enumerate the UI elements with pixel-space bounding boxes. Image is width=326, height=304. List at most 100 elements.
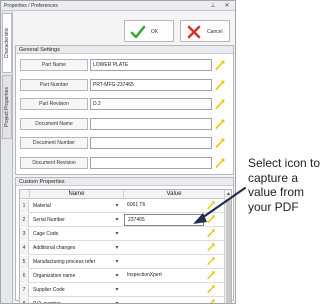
- property-name[interactable]: Cage Code: [30, 228, 122, 238]
- row-number: 4: [20, 242, 29, 255]
- value-column-header[interactable]: Value: [124, 190, 224, 199]
- capture-value-icon[interactable]: [206, 200, 216, 210]
- ok-button-label: OK: [151, 29, 159, 35]
- field-label: Document Name: [20, 117, 88, 130]
- property-value[interactable]: InspectionXpert: [124, 270, 204, 282]
- row-number: 7: [20, 284, 29, 297]
- cancel-button[interactable]: Cancel: [180, 20, 230, 42]
- tab-characteristic[interactable]: Characteristic: [2, 13, 12, 73]
- chevron-down-icon[interactable]: ▾: [114, 272, 120, 280]
- row-number-header: [20, 190, 30, 199]
- chevron-down-icon[interactable]: ▾: [114, 258, 120, 266]
- capture-value-icon[interactable]: [206, 256, 216, 266]
- field-input[interactable]: [90, 117, 212, 130]
- general-field-row: Document Revision: [16, 156, 233, 170]
- capture-value-icon[interactable]: [214, 137, 226, 149]
- chevron-down-icon[interactable]: ▾: [114, 244, 120, 252]
- capture-value-icon[interactable]: [214, 79, 226, 91]
- ok-button[interactable]: OK: [124, 20, 174, 42]
- properties-dialog: Properties / Preferences ⊥ ✕ Characteris…: [0, 0, 236, 304]
- general-field-row: Part Name LOWER PLATE: [16, 58, 233, 72]
- field-label: Document Revision: [20, 156, 88, 169]
- name-column-header[interactable]: Name: [30, 190, 124, 199]
- row-number: 3: [20, 228, 29, 241]
- property-name[interactable]: Manufacturing process refer: [30, 256, 122, 266]
- field-label: Part Name: [20, 59, 88, 71]
- capture-value-icon[interactable]: [214, 98, 226, 110]
- table-row[interactable]: 2 Serial Number ▾ 237465: [20, 214, 224, 227]
- capture-value-icon[interactable]: [206, 284, 216, 294]
- field-label: Document Number: [20, 137, 88, 149]
- field-input[interactable]: D.2: [90, 98, 212, 110]
- content-area: OK Cancel General Settings Part Name LOWE…: [14, 11, 235, 303]
- chevron-down-icon[interactable]: ▾: [114, 202, 120, 210]
- close-icon[interactable]: ✕: [223, 2, 231, 10]
- custom-properties-header: Custom Properties: [16, 178, 233, 186]
- property-value[interactable]: [124, 256, 204, 268]
- tab-project-properties[interactable]: Project Properties: [2, 75, 12, 139]
- capture-value-icon[interactable]: [206, 228, 216, 238]
- property-value[interactable]: [124, 242, 204, 254]
- field-label: Part Revision: [20, 98, 88, 110]
- property-name[interactable]: P.O. number: [30, 298, 122, 303]
- table-row[interactable]: 7 Supplier Code ▾: [20, 284, 224, 297]
- general-settings-header: General Settings: [16, 46, 233, 54]
- property-value[interactable]: [124, 228, 204, 240]
- property-value[interactable]: [124, 298, 204, 303]
- property-value[interactable]: 6061 T6: [124, 200, 204, 212]
- field-input[interactable]: PRT-MFG-237465: [90, 78, 212, 91]
- capture-value-icon[interactable]: [206, 214, 216, 224]
- property-name[interactable]: Additional changes: [30, 242, 122, 252]
- chevron-down-icon[interactable]: ▾: [114, 230, 120, 238]
- cancel-x-icon: [187, 25, 201, 39]
- capture-value-icon[interactable]: [206, 242, 216, 252]
- scroll-up-icon[interactable]: ▲: [225, 191, 231, 198]
- chevron-down-icon[interactable]: ▾: [114, 300, 120, 303]
- row-number: 8: [20, 298, 29, 303]
- custom-properties-group: Custom Properties Name Value 1 Material ▾ 6…: [15, 177, 234, 304]
- capture-value-icon[interactable]: [214, 118, 226, 130]
- capture-value-icon[interactable]: [214, 157, 226, 169]
- row-number: 2: [20, 214, 29, 227]
- tab-project-properties-label: Project Properties: [4, 87, 10, 127]
- tab-characteristic-label: Characteristic: [4, 27, 10, 59]
- field-input[interactable]: [90, 156, 212, 169]
- scroll-thumb[interactable]: [226, 199, 231, 303]
- general-settings-group: General Settings Part Name LOWER PLATE Par…: [15, 45, 234, 175]
- capture-value-icon[interactable]: [214, 59, 226, 71]
- general-field-row: Part Number PRT-MFG-237465: [16, 78, 233, 92]
- property-value[interactable]: 237465: [124, 214, 204, 226]
- table-row[interactable]: 4 Additional changes ▾: [20, 242, 224, 255]
- field-label: Part Number: [20, 78, 88, 91]
- capture-value-icon[interactable]: [206, 270, 216, 280]
- title-bar: Properties / Preferences ⊥ ✕: [1, 1, 235, 11]
- general-field-row: Part Revision D.2: [16, 97, 233, 111]
- table-header: Name Value: [20, 190, 224, 199]
- property-value[interactable]: [124, 284, 204, 296]
- checkmark-icon: [130, 25, 146, 39]
- row-number: 6: [20, 270, 29, 283]
- field-input[interactable]: LOWER PLATE: [90, 59, 212, 71]
- cancel-button-label: Cancel: [207, 29, 223, 35]
- table-row[interactable]: 6 Organization name ▾ InspectionXpert: [20, 270, 224, 283]
- property-name[interactable]: Serial Number: [30, 214, 122, 224]
- row-number: 5: [20, 256, 29, 269]
- pin-icon[interactable]: ⊥: [209, 2, 217, 10]
- table-row[interactable]: 3 Cage Code ▾: [20, 228, 224, 241]
- instruction-annotation: Select icon to capture a value from your…: [248, 156, 321, 214]
- table-row[interactable]: 1 Material ▾ 6061 T6: [20, 200, 224, 213]
- custom-properties-table: Name Value 1 Material ▾ 6061 T6 2 Serial Numb…: [19, 189, 232, 304]
- window-title: Properties / Preferences: [4, 3, 58, 9]
- vertical-tab-strip: Characteristic Project Properties: [1, 11, 13, 303]
- property-name[interactable]: Supplier Code: [30, 284, 122, 294]
- chevron-down-icon[interactable]: ▾: [114, 286, 120, 294]
- field-input[interactable]: [90, 137, 212, 149]
- table-scrollbar[interactable]: ▲ ▼: [224, 190, 231, 303]
- table-row[interactable]: 8 P.O. number ▾: [20, 298, 224, 304]
- general-field-row: Document Name: [16, 117, 233, 131]
- chevron-down-icon[interactable]: ▾: [114, 216, 120, 224]
- capture-value-icon[interactable]: [206, 298, 216, 304]
- table-row[interactable]: 5 Manufacturing process refer ▾: [20, 256, 224, 269]
- property-name[interactable]: Material: [30, 200, 122, 210]
- property-name[interactable]: Organization name: [30, 270, 122, 280]
